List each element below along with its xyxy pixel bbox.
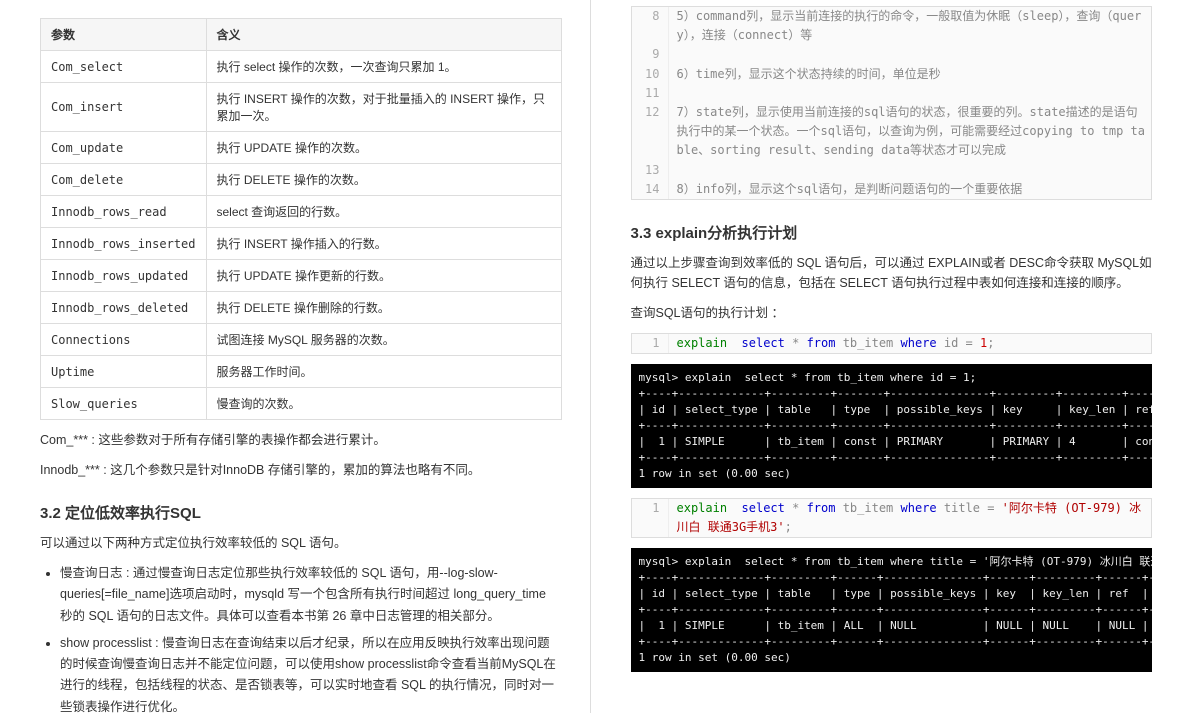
p-intro-3-3: 通过以上步骤查询到效率低的 SQL 语句后，可以通过 EXPLAIN或者 DES… — [631, 253, 1153, 293]
cell-param: Com_select — [41, 51, 207, 83]
cell-meaning: 试图连接 MySQL 服务器的次数。 — [206, 324, 561, 356]
sql-explain-2: 1explain select * from tb_item where tit… — [631, 498, 1153, 538]
cell-meaning: 服务器工作时间。 — [206, 356, 561, 388]
cell-meaning: 执行 UPDATE 操作的次数。 — [206, 132, 561, 164]
cell-meaning: 执行 DELETE 操作的次数。 — [206, 164, 561, 196]
table-row: Com_delete执行 DELETE 操作的次数。 — [41, 164, 562, 196]
cell-param: Innodb_rows_inserted — [41, 228, 207, 260]
p-query-plan: 查询SQL语句的执行计划 ： — [631, 303, 1153, 323]
right-column: 85）command列，显示当前连接的执行的命令，一般取值为休眠（sleep），… — [590, 0, 1188, 713]
cell-param: Com_update — [41, 132, 207, 164]
table-row: Innodb_rows_inserted执行 INSERT 操作插入的行数。 — [41, 228, 562, 260]
table-row: Uptime服务器工作时间。 — [41, 356, 562, 388]
table-row: Com_insert执行 INSERT 操作的次数，对于批量插入的 INSERT… — [41, 83, 562, 132]
page-spread: 参数 含义 Com_select执行 select 操作的次数，一次查询只累加 … — [0, 0, 1188, 713]
cell-meaning: select 查询返回的行数。 — [206, 196, 561, 228]
cell-meaning: 执行 UPDATE 操作更新的行数。 — [206, 260, 561, 292]
cell-meaning: 执行 INSERT 操作的次数，对于批量插入的 INSERT 操作，只累加一次。 — [206, 83, 561, 132]
cell-param: Innodb_rows_read — [41, 196, 207, 228]
cell-param: Innodb_rows_updated — [41, 260, 207, 292]
th-param: 参数 — [41, 19, 207, 51]
table-row: Connections试图连接 MySQL 服务器的次数。 — [41, 324, 562, 356]
cell-param: Uptime — [41, 356, 207, 388]
table-row: Slow_queries慢查询的次数。 — [41, 388, 562, 420]
cell-param: Innodb_rows_deleted — [41, 292, 207, 324]
cell-meaning: 执行 DELETE 操作删除的行数。 — [206, 292, 561, 324]
terminal-explain-2: mysql> explain select * from tb_item whe… — [631, 548, 1153, 672]
p-intro-3-2: 可以通过以下两种方式定位执行效率较低的 SQL 语句。 — [40, 533, 562, 553]
note-innodb: Innodb_*** : 这几个参数只是针对InnoDB 存储引擎的，累加的算法… — [40, 460, 562, 480]
left-column: 参数 含义 Com_select执行 select 操作的次数，一次查询只累加 … — [0, 0, 590, 713]
cell-param: Slow_queries — [41, 388, 207, 420]
table-row: Innodb_rows_deleted执行 DELETE 操作删除的行数。 — [41, 292, 562, 324]
note-com: Com_*** : 这些参数对于所有存储引擎的表操作都会进行累计。 — [40, 430, 562, 450]
table-row: Innodb_rows_readselect 查询返回的行数。 — [41, 196, 562, 228]
cell-meaning: 慢查询的次数。 — [206, 388, 561, 420]
list-item: show processlist : 慢查询日志在查询结束以后才纪录，所以在应用… — [60, 633, 562, 713]
cell-meaning: 执行 select 操作的次数，一次查询只累加 1。 — [206, 51, 561, 83]
table-row: Innodb_rows_updated执行 UPDATE 操作更新的行数。 — [41, 260, 562, 292]
table-row: Com_select执行 select 操作的次数，一次查询只累加 1。 — [41, 51, 562, 83]
sql-explain-1: 1explain select * from tb_item where id … — [631, 333, 1153, 354]
methods-list: 慢查询日志 : 通过慢查询日志定位那些执行效率较低的 SQL 语句，用--log… — [40, 563, 562, 713]
terminal-explain-1: mysql> explain select * from tb_item whe… — [631, 364, 1153, 488]
list-item: 慢查询日志 : 通过慢查询日志定位那些执行效率较低的 SQL 语句，用--log… — [60, 563, 562, 627]
th-meaning: 含义 — [206, 19, 561, 51]
heading-3-2: 3.2 定位低效率执行SQL — [40, 502, 562, 523]
heading-3-3: 3.3 explain分析执行计划 — [631, 222, 1153, 243]
cell-meaning: 执行 INSERT 操作插入的行数。 — [206, 228, 561, 260]
params-table: 参数 含义 Com_select执行 select 操作的次数，一次查询只累加 … — [40, 18, 562, 420]
cell-param: Com_delete — [41, 164, 207, 196]
table-row: Com_update执行 UPDATE 操作的次数。 — [41, 132, 562, 164]
cell-param: Com_insert — [41, 83, 207, 132]
cell-param: Connections — [41, 324, 207, 356]
codebox-column-notes-2: 85）command列，显示当前连接的执行的命令，一般取值为休眠（sleep），… — [631, 6, 1153, 200]
